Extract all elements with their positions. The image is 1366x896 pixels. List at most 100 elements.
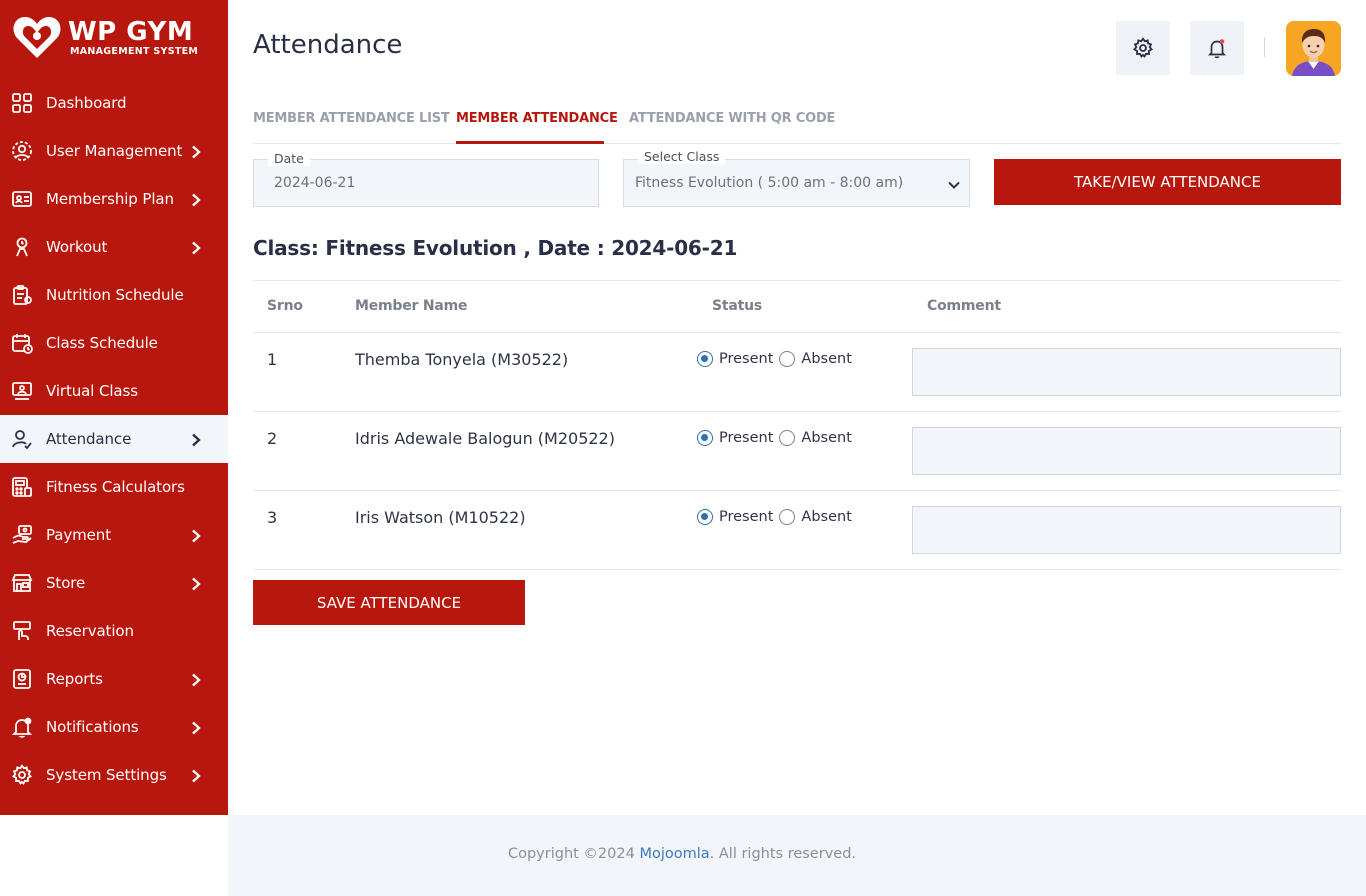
chevron-right-icon [189, 144, 203, 159]
status-radio-group: Present Absent [697, 351, 858, 367]
chevron-right-icon [189, 432, 203, 447]
sidebar-item-nutrition-schedule[interactable]: Nutrition Schedule [0, 271, 228, 319]
notifications-button[interactable] [1190, 21, 1244, 75]
sidebar-item-membership-plan[interactable]: Membership Plan [0, 175, 228, 223]
present-radio[interactable] [697, 351, 713, 367]
footer: Copyright ©2024 Mojoomla. All rights res… [228, 815, 1366, 896]
chevron-right-icon [189, 240, 203, 255]
row-srno: 3 [267, 508, 278, 527]
chevron-right-icon [189, 672, 203, 687]
present-radio[interactable] [697, 430, 713, 446]
copyright-suffix: . All rights reserved. [709, 846, 857, 862]
present-label: Present [719, 351, 774, 367]
sidebar-item-label: Membership Plan [46, 190, 174, 208]
sidebar-item-workout[interactable]: Workout [0, 223, 228, 271]
sidebar-item-system-settings[interactable]: System Settings [0, 751, 228, 799]
reports-icon [11, 668, 33, 690]
sidebar-item-reports[interactable]: Reports [0, 655, 228, 703]
nutrition-icon [11, 284, 33, 306]
copyright-text: Copyright ©2024 Mojoomla. All rights res… [228, 846, 1136, 862]
chevron-right-icon [189, 528, 203, 543]
gear-icon [11, 764, 33, 786]
heart-logo-icon [12, 14, 62, 60]
sidebar-item-label: Virtual Class [46, 382, 138, 400]
absent-label: Absent [801, 509, 852, 525]
sidebar-item-label: Store [46, 574, 86, 592]
mojoomla-link[interactable]: Mojoomla [639, 846, 709, 862]
row-member-name: Themba Tonyela (M30522) [355, 350, 569, 369]
sidebar-item-label: Nutrition Schedule [46, 286, 184, 304]
date-label: Date [268, 152, 310, 166]
chevron-right-icon [189, 192, 203, 207]
comment-input[interactable] [912, 427, 1341, 475]
take-view-attendance-button[interactable]: TAKE/VIEW ATTENDANCE [994, 159, 1341, 205]
tab-member-attendance-list[interactable]: MEMBER ATTENDANCE LIST [253, 111, 450, 126]
table-row: 3 Iris Watson (M10522) Present Absent [253, 491, 1341, 570]
chevron-right-icon [189, 768, 203, 783]
save-attendance-button[interactable]: SAVE ATTENDANCE [253, 580, 525, 625]
user-gear-icon [11, 140, 33, 162]
chevron-down-icon [947, 177, 961, 191]
user-avatar-icon [1286, 21, 1341, 76]
absent-radio[interactable] [779, 430, 796, 446]
sidebar-item-store[interactable]: Store [0, 559, 228, 607]
store-icon [11, 572, 33, 594]
header-divider [1264, 37, 1265, 57]
reservation-icon [11, 620, 33, 642]
comment-input[interactable] [912, 506, 1341, 554]
sidebar-item-attendance[interactable]: Attendance [0, 415, 228, 463]
brand-subtitle: MANAGEMENT SYSTEM [70, 45, 199, 57]
sidebar-nav: Dashboard User Management Membership Pla… [0, 79, 228, 799]
attendance-tabs: MEMBER ATTENDANCE LIST MEMBER ATTENDANCE… [253, 108, 1341, 144]
sidebar-item-label: Reservation [46, 622, 134, 640]
calendar-icon [11, 332, 33, 354]
tab-member-attendance[interactable]: MEMBER ATTENDANCE [456, 111, 618, 126]
present-radio[interactable] [697, 509, 713, 525]
avatar[interactable] [1286, 21, 1341, 76]
chevron-right-icon [189, 576, 203, 591]
tab-attendance-qr-code[interactable]: ATTENDANCE WITH QR CODE [629, 111, 835, 126]
sidebar-item-user-management[interactable]: User Management [0, 127, 228, 175]
sidebar-item-fitness-calculators[interactable]: Fitness Calculators [0, 463, 228, 511]
sidebar-item-label: Workout [46, 238, 108, 256]
dashboard-icon [11, 92, 33, 114]
logo[interactable]: WP GYM MANAGEMENT SYSTEM [12, 14, 198, 60]
sidebar-item-dashboard[interactable]: Dashboard [0, 79, 228, 127]
class-select[interactable]: Select Class Fitness Evolution ( 5:00 am… [623, 150, 970, 207]
active-tab-indicator [456, 141, 604, 144]
sidebar-item-label: Notifications [46, 718, 139, 736]
row-member-name: Iris Watson (M10522) [355, 508, 526, 527]
absent-label: Absent [801, 430, 852, 446]
calculator-icon [11, 476, 33, 498]
sidebar: WP GYM MANAGEMENT SYSTEM Dashboard User … [0, 0, 228, 815]
sidebar-item-payment[interactable]: Payment [0, 511, 228, 559]
bell-icon [11, 716, 33, 738]
table-row: 2 Idris Adewale Balogun (M20522) Present… [253, 412, 1341, 491]
comment-input[interactable] [912, 348, 1341, 396]
chevron-right-icon [189, 720, 203, 735]
sidebar-item-virtual-class[interactable]: Virtual Class [0, 367, 228, 415]
status-radio-group: Present Absent [697, 430, 858, 446]
sidebar-item-label: Payment [46, 526, 111, 544]
gear-icon [1133, 37, 1153, 58]
table-header: Srno Member Name Status Comment [253, 280, 1341, 333]
settings-button[interactable] [1116, 21, 1170, 75]
date-value: 2024-06-21 [274, 175, 356, 191]
payment-icon [11, 524, 33, 546]
sidebar-item-label: Fitness Calculators [46, 478, 185, 496]
sidebar-item-label: Reports [46, 670, 103, 688]
sidebar-item-notifications[interactable]: Notifications [0, 703, 228, 751]
status-radio-group: Present Absent [697, 509, 858, 525]
sidebar-item-reservation[interactable]: Reservation [0, 607, 228, 655]
column-header-srno: Srno [267, 298, 303, 314]
table-row: 1 Themba Tonyela (M30522) Present Absent [253, 333, 1341, 412]
date-field[interactable]: Date 2024-06-21 [253, 152, 599, 207]
absent-radio[interactable] [779, 509, 796, 525]
attendance-table: Srno Member Name Status Comment 1 Themba… [253, 280, 1341, 570]
sidebar-item-class-schedule[interactable]: Class Schedule [0, 319, 228, 367]
absent-radio[interactable] [779, 351, 796, 367]
workout-icon [11, 236, 33, 258]
attendance-icon [11, 428, 33, 450]
membership-card-icon [11, 188, 33, 210]
virtual-class-icon [11, 380, 33, 402]
